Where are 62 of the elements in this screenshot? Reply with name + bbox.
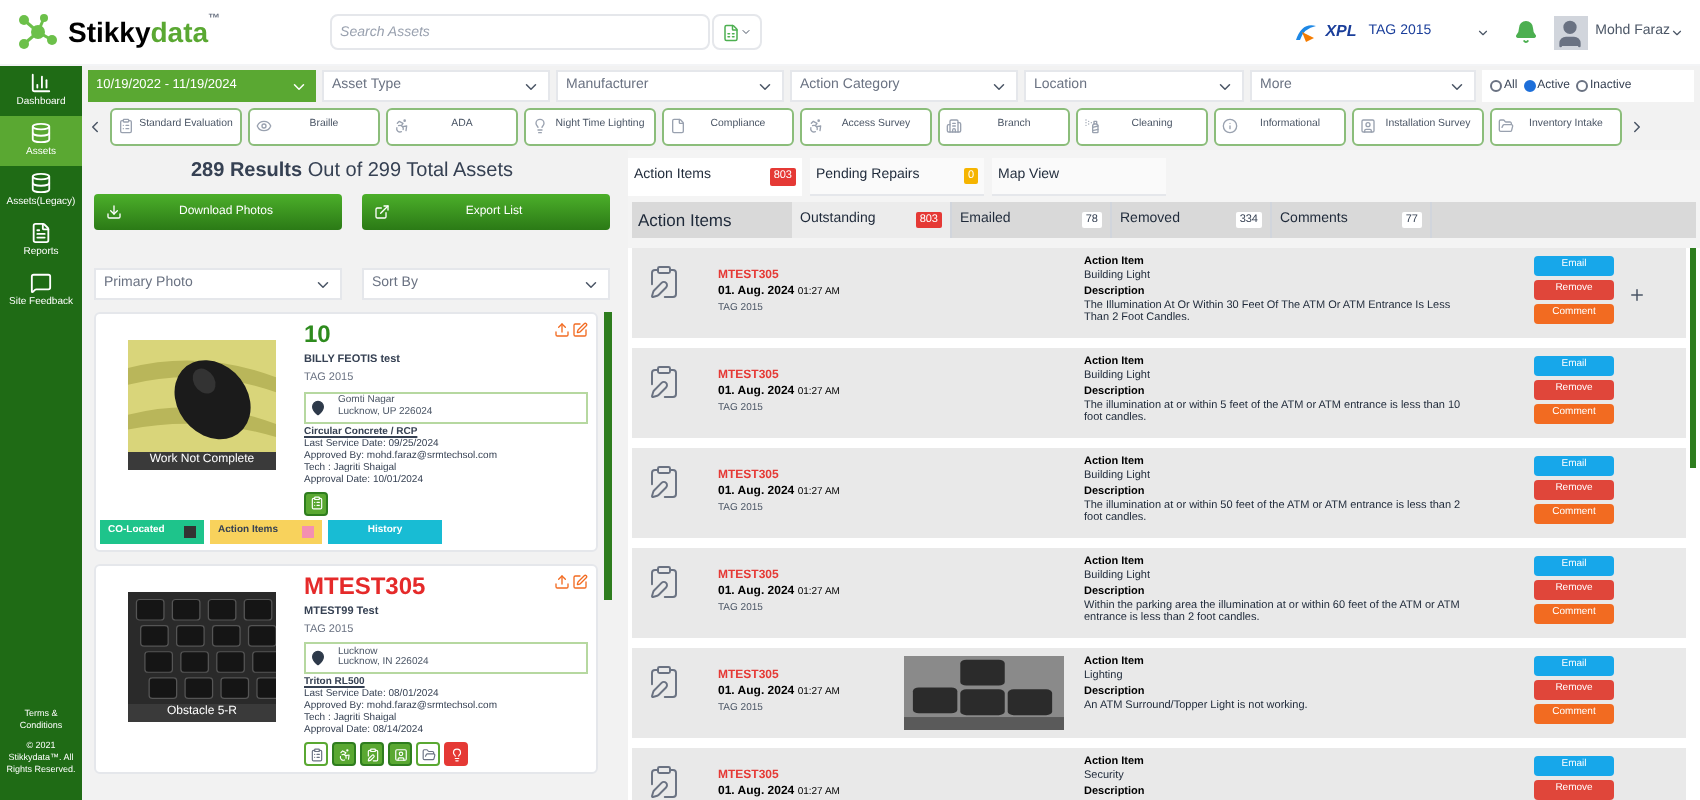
bank-icon (946, 118, 962, 134)
results-heading: 289 Results Out of 299 Total Assets (188, 158, 516, 186)
clipboard-icon (646, 464, 682, 500)
folder-icon (421, 747, 435, 761)
person-icon (393, 747, 407, 761)
org-logo-text: XPL (1325, 20, 1357, 44)
database-icon (30, 172, 52, 194)
bell-icon[interactable] (1513, 20, 1538, 44)
export-dropdown-button[interactable] (712, 14, 763, 50)
map-pin-icon (310, 399, 326, 415)
info-icon (1222, 118, 1238, 134)
edit-icon[interactable] (572, 322, 588, 338)
document-icon (30, 222, 52, 244)
logo-icon (16, 12, 60, 52)
wheelchair-icon (394, 118, 410, 134)
download-icon (106, 204, 122, 220)
eye-icon (256, 118, 272, 134)
chevron-right-icon[interactable] (1628, 117, 1646, 135)
chevron-down-icon (1670, 25, 1684, 39)
chevron-down-icon (1475, 25, 1490, 39)
scrollbar[interactable] (604, 312, 612, 600)
tool-button[interactable] (388, 742, 412, 766)
org-logo-icon (1293, 20, 1318, 44)
avatar-icon (1553, 15, 1588, 49)
section-title: Action Items (636, 207, 734, 233)
map-pin-icon (310, 650, 326, 666)
asset-number: MTEST305 (304, 573, 426, 599)
tool-button[interactable] (304, 742, 328, 766)
bar-chart-icon (30, 72, 52, 94)
tool-button[interactable] (416, 742, 440, 766)
document-icon (670, 118, 686, 134)
clipboard-icon (646, 564, 682, 600)
folder-icon (1498, 118, 1514, 134)
tool-button[interactable] (360, 742, 384, 766)
wheelchair-icon (808, 118, 824, 134)
clipboard-icon (646, 264, 682, 300)
lightbulb-icon (449, 747, 463, 761)
chevron-down-icon (740, 26, 753, 38)
tool-button[interactable] (304, 491, 328, 515)
plus-icon[interactable] (1627, 286, 1645, 304)
clipboard-icon (646, 764, 682, 800)
database-icon (30, 122, 52, 144)
file-icon (722, 23, 741, 41)
count-marker (302, 525, 314, 537)
asset-number: 10 (304, 322, 331, 348)
speech-bubble-icon (30, 272, 52, 294)
upload-icon[interactable] (554, 322, 570, 338)
edit-icon[interactable] (572, 573, 588, 589)
clipboard-icon (309, 747, 323, 761)
upload-icon[interactable] (554, 573, 570, 589)
clipboard-icon (646, 364, 682, 400)
external-link-icon (374, 204, 390, 220)
tool-button[interactable] (332, 742, 356, 766)
wheelchair-icon (337, 747, 351, 761)
person-icon (1360, 118, 1376, 134)
scrollbar[interactable] (1690, 248, 1696, 468)
chevron-left-icon[interactable] (86, 117, 104, 135)
count-marker (184, 525, 196, 537)
tool-button[interactable] (444, 742, 468, 766)
clipboard-icon (646, 664, 682, 700)
lightbulb-icon (532, 118, 548, 134)
clipboard-icon (118, 118, 134, 134)
